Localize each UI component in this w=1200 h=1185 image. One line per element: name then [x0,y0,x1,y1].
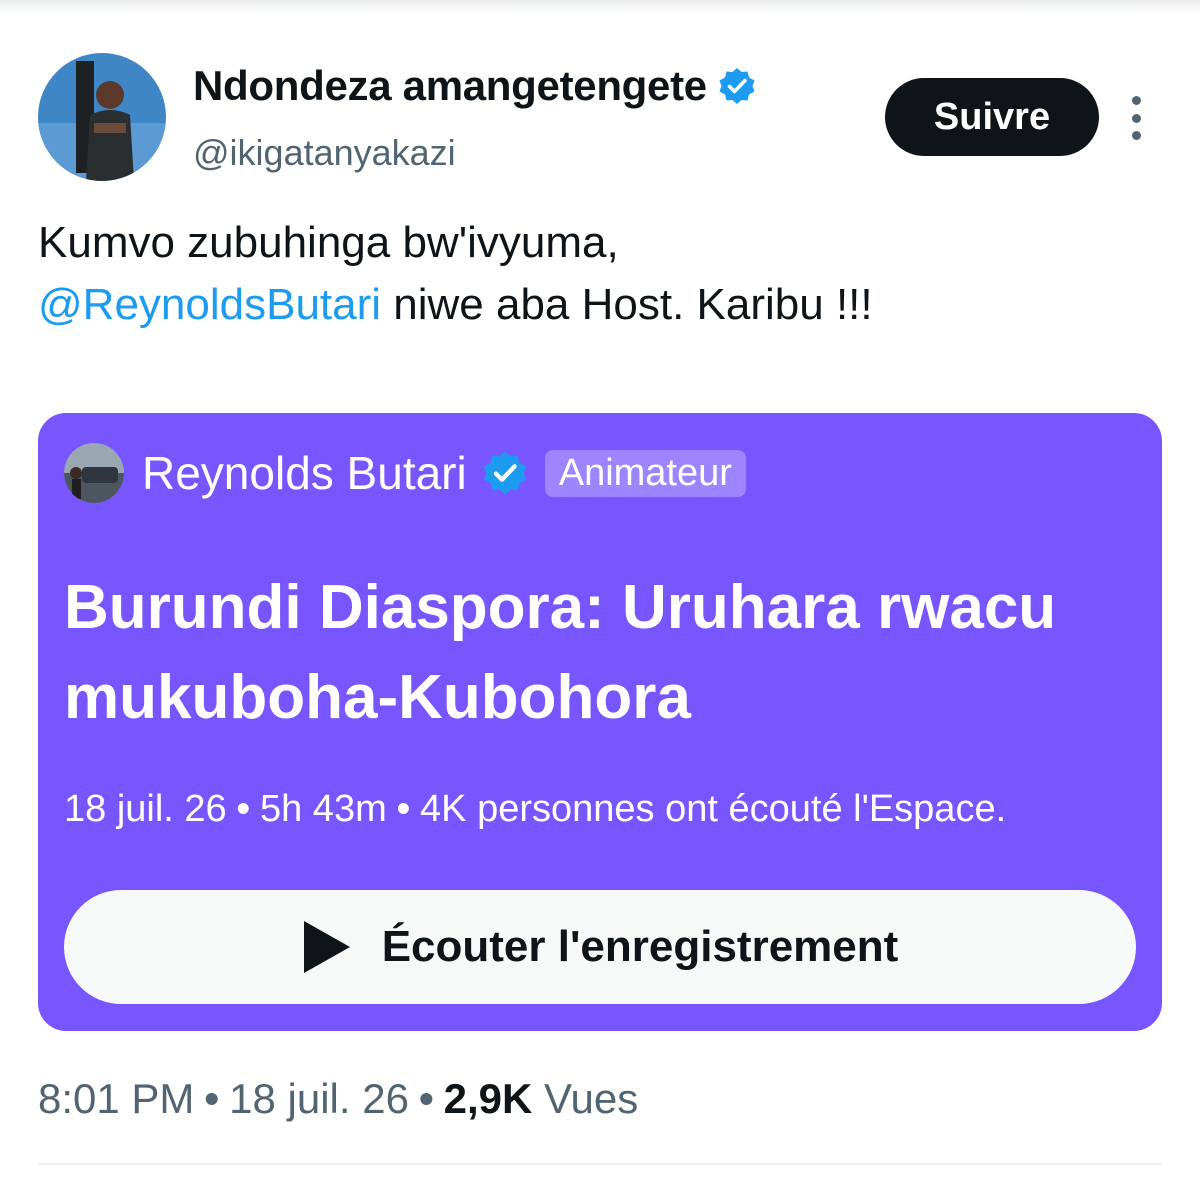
play-icon [303,921,350,973]
author-avatar[interactable] [38,53,166,181]
play-recording-label: Écouter l'enregistrement [381,922,899,971]
space-host-row: Reynolds Butari Animateur [64,443,746,503]
space-duration: 5h 43m [259,788,387,830]
top-strip [0,0,1200,14]
views-label: Vues [544,1075,639,1122]
tweet-text-rest: niwe aba Host. Karibu !!! [381,280,873,329]
more-vertical-icon[interactable] [1120,96,1152,140]
tweet-text-line1: Kumvo zubuhinga bw'ivyuma, [38,218,619,267]
separator-dot: • [396,788,411,830]
separator-dot: • [236,788,250,830]
more-dot [1131,96,1141,105]
views-count: 2,9K [443,1075,533,1122]
space-date: 18 juil. 26 [64,788,227,830]
space-listeners: 4K personnes ont écouté l'Espace. [420,788,1007,830]
more-dot [1131,131,1141,140]
host-role-badge: Animateur [544,449,746,497]
host-name: Reynolds Butari [142,447,467,499]
author-name-text[interactable]: Ndondeza amangetengete [193,62,707,110]
tweet-meta: 8:01 PM • 18 juil. 26 • 2,9K Vues [38,1075,638,1123]
verified-badge-icon [719,68,755,104]
play-recording-button[interactable]: Écouter l'enregistrement [64,890,1136,1004]
tweet-text-line2: @ReynoldsButari niwe aba Host. Karibu !!… [38,274,1158,336]
author-display-name[interactable]: Ndondeza amangetengete [193,62,757,110]
verified-badge-icon [483,451,526,495]
space-title: Burundi Diaspora: Uruhara rwacu mukuboha… [64,573,1057,732]
host-avatar [64,443,124,503]
space-meta: 18 juil. 26 • 5h 43m • 4K personnes ont écou… [64,788,1006,831]
follow-button[interactable]: Suivre [885,78,1099,156]
divider [38,1163,1162,1165]
space-card[interactable]: Reynolds Butari Animateur Burundi Diaspo… [38,413,1162,1031]
mention-link[interactable]: @ReynoldsButari [38,280,381,329]
tweet-date[interactable]: 18 juil. 26 [229,1075,409,1122]
separator-dot: • [418,1075,434,1122]
tweet-time[interactable]: 8:01 PM [38,1075,194,1122]
separator-dot: • [204,1075,220,1122]
more-dot [1131,113,1141,123]
tweet-text: Kumvo zubuhinga bw'ivyuma, @ReynoldsButa… [38,212,1158,336]
author-handle[interactable]: @ikigatanyakazi [193,132,456,174]
